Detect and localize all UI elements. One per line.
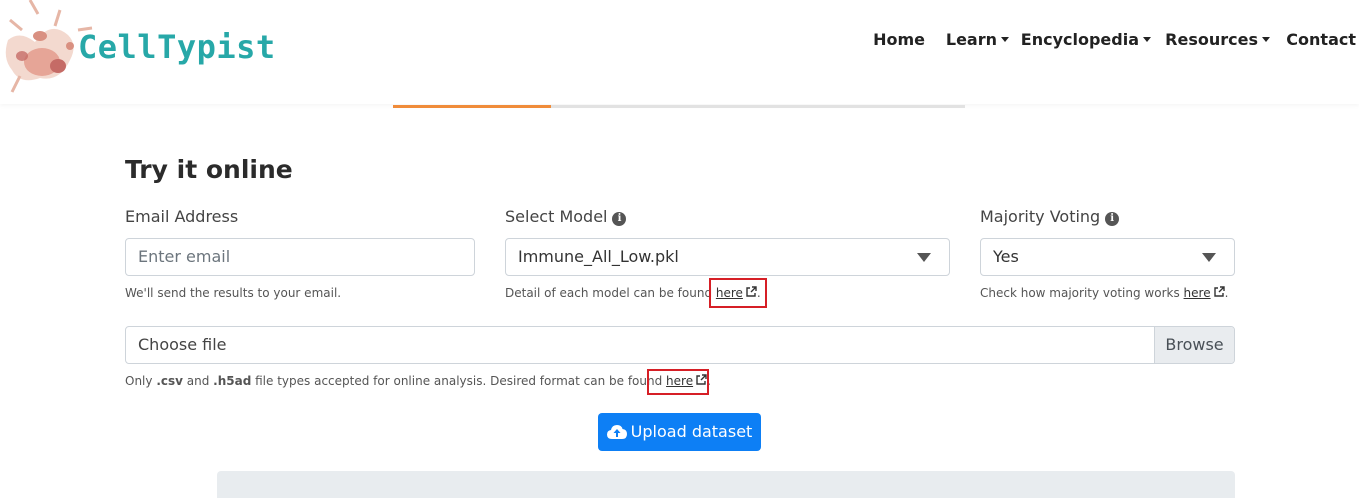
voting-label-text: Majority Voting (980, 207, 1101, 226)
email-input[interactable]: Enter email (125, 238, 475, 276)
browse-button[interactable]: Browse (1154, 327, 1234, 363)
file-help-prefix: Only (125, 374, 157, 388)
celltypist-logo[interactable]: CellTypist (0, 0, 310, 100)
nav-home[interactable]: Home (873, 30, 925, 49)
highlight-box-model-link (709, 278, 767, 308)
file-help-text: Only .csv and .h5ad file types accepted … (125, 374, 711, 388)
model-label-text: Select Model (505, 207, 608, 226)
nav-resources[interactable]: Resources (1165, 30, 1270, 49)
file-chooser[interactable]: Choose file Browse (125, 326, 1235, 364)
file-ext-csv: .csv (156, 374, 183, 388)
upload-dataset-button[interactable]: Upload dataset (598, 413, 761, 451)
chevron-down-icon (1262, 37, 1270, 42)
results-panel (217, 471, 1235, 498)
voting-link-label: here (1183, 286, 1211, 300)
email-help-text: We'll send the results to your email. (125, 286, 342, 300)
voting-select[interactable]: Yes (980, 238, 1235, 276)
file-placeholder: Choose file (138, 335, 227, 354)
external-link-icon (1213, 286, 1225, 297)
file-help-rest: file types accepted for online analysis.… (251, 374, 667, 388)
file-help-and: and (182, 374, 214, 388)
nav-contact[interactable]: Contact (1286, 30, 1356, 49)
dropdown-arrow-icon (917, 253, 931, 262)
upload-button-label: Upload dataset (630, 422, 753, 441)
model-select[interactable]: Immune_All_Low.pkl (505, 238, 950, 276)
file-ext-h5ad: .h5ad (213, 374, 252, 388)
brand-name: CellTypist (78, 28, 276, 66)
email-placeholder: Enter email (138, 247, 231, 266)
page-title: Try it online (125, 155, 293, 184)
chevron-down-icon (1001, 37, 1009, 42)
model-select-value: Immune_All_Low.pkl (518, 247, 679, 266)
nav-encyclopedia[interactable]: Encyclopedia (1021, 30, 1151, 49)
info-icon[interactable]: i (612, 212, 627, 226)
voting-help-label: Check how majority voting works (980, 286, 1184, 300)
email-label: Email Address (125, 207, 239, 226)
voting-select-value: Yes (993, 247, 1019, 266)
nav-learn-label: Learn (945, 30, 997, 49)
nav-learn[interactable]: Learn (946, 30, 1009, 49)
nav-encyclopedia-label: Encyclopedia (1020, 30, 1139, 49)
voting-details-link[interactable]: here (1184, 286, 1225, 300)
model-help-label: Detail of each model can be found (505, 286, 716, 300)
highlight-box-format-link (647, 369, 709, 395)
nav-resources-label: Resources (1165, 30, 1258, 49)
voting-help-suffix: . (1224, 286, 1229, 300)
info-icon[interactable]: i (1105, 212, 1120, 226)
voting-help-text: Check how majority voting works here. (980, 286, 1228, 300)
tab-underline-active (393, 105, 551, 108)
cloud-upload-icon (606, 425, 627, 439)
voting-label: Majority Voting i (980, 207, 1120, 226)
dropdown-arrow-icon (1202, 253, 1216, 262)
top-navbar: CellTypist Home Learn Encyclopedia Resou… (0, 0, 1359, 104)
model-label: Select Model i (505, 207, 627, 226)
chevron-down-icon (1143, 37, 1151, 42)
